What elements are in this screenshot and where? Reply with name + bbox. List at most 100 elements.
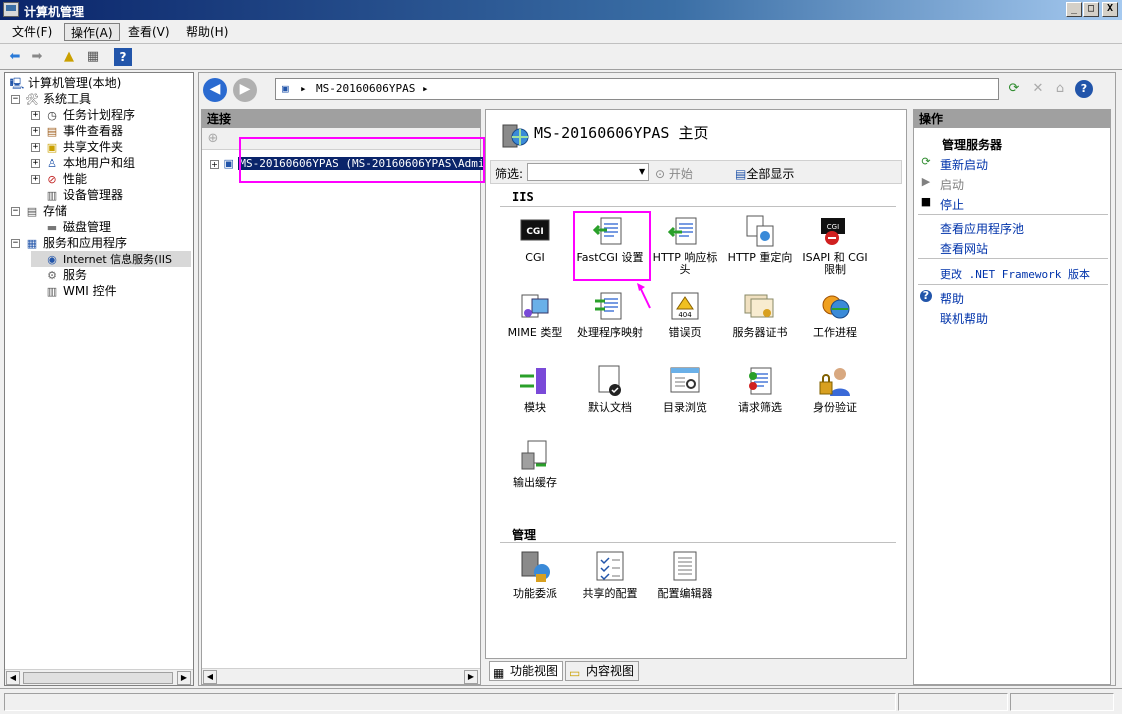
tree-item[interactable]: + ▤ 事件查看器 bbox=[31, 123, 123, 139]
feature-label: 输出缓存 bbox=[513, 476, 557, 489]
collapse-icon[interactable]: − bbox=[11, 207, 20, 216]
iis-icon: ◉ bbox=[47, 252, 57, 266]
online-help-action[interactable]: 联机帮助 bbox=[940, 310, 988, 327]
feature-shared-config[interactable]: 共享的配置 bbox=[573, 550, 647, 600]
feature-http-redirect[interactable]: HTTP 重定向 bbox=[723, 214, 797, 264]
tree-item-label: 任务计划程序 bbox=[63, 108, 136, 122]
storage-icon: ▤ bbox=[26, 204, 38, 218]
help-icon[interactable]: ? bbox=[114, 48, 132, 66]
tab-features-view[interactable]: ▦ 功能视图 bbox=[489, 661, 564, 681]
stop-icon[interactable]: ✕ bbox=[1029, 80, 1047, 98]
tree-item[interactable]: − ▦ 服务和应用程序 bbox=[11, 235, 127, 251]
connect-icon[interactable]: ⊕ bbox=[204, 130, 222, 148]
tree-item[interactable]: ▬ 磁盘管理 bbox=[31, 219, 111, 235]
scroll-right-icon[interactable]: ▶ bbox=[177, 671, 191, 685]
expand-icon[interactable]: + bbox=[210, 159, 219, 169]
help-action[interactable]: 帮助 bbox=[940, 290, 964, 307]
feature-feature-delegation[interactable]: 功能委派 bbox=[498, 550, 572, 600]
feature-http-headers[interactable]: HTTP 响应标头 bbox=[648, 214, 722, 276]
tree-item[interactable]: + ♙ 本地用户和组 bbox=[31, 155, 135, 171]
menu-action[interactable]: 操作(A) bbox=[64, 23, 120, 41]
restart-action[interactable]: 重新启动 bbox=[940, 156, 988, 173]
tree-item-label: 共享文件夹 bbox=[63, 140, 124, 154]
tree-item-label: 服务和应用程序 bbox=[43, 236, 128, 250]
tree-item[interactable]: ▥ WMI 控件 bbox=[31, 283, 117, 299]
collapse-icon[interactable]: − bbox=[11, 95, 20, 104]
filter-dropdown-icon[interactable]: ▼ bbox=[639, 167, 645, 176]
filter-input[interactable] bbox=[527, 163, 649, 181]
breadcrumb-arrow-icon-2[interactable]: ▸ bbox=[422, 82, 429, 95]
tree-item[interactable]: ◉ Internet 信息服务(IIS bbox=[31, 251, 191, 267]
feature-directory-browsing[interactable]: 目录浏览 bbox=[648, 364, 722, 414]
maximize-button[interactable]: □ bbox=[1083, 2, 1099, 17]
tab-content-view[interactable]: ▭ 内容视图 bbox=[565, 661, 640, 681]
menu-file[interactable]: 文件(F) bbox=[6, 23, 58, 41]
forward-arrow-icon[interactable]: ➡ bbox=[28, 48, 46, 66]
view-app-pools-action[interactable]: 查看应用程序池 bbox=[940, 220, 1024, 237]
certificate-icon bbox=[743, 289, 777, 323]
nav-back-button[interactable]: ◀ bbox=[203, 78, 227, 102]
view-sites-action[interactable]: 查看网站 bbox=[940, 240, 988, 257]
feature-config-editor[interactable]: 配置编辑器 bbox=[648, 550, 722, 600]
address-bar[interactable]: ▣ ▸ MS-20160606YPAS ▸ bbox=[275, 78, 999, 100]
show-all-button[interactable]: ▤全部显示 bbox=[735, 165, 794, 182]
feature-error-page[interactable]: 404 错误页 bbox=[648, 289, 722, 339]
feature-isapi-cgi[interactable]: CGI ISAPI 和 CGI 限制 bbox=[798, 214, 872, 276]
feature-cgi[interactable]: CGI CGI bbox=[498, 214, 572, 264]
help-dropdown-icon[interactable]: ? bbox=[1075, 80, 1093, 98]
expand-icon[interactable]: + bbox=[31, 111, 40, 120]
tree-root[interactable]: 🖳 计算机管理(本地) bbox=[9, 75, 122, 91]
start-filter-button[interactable]: ⊙ 开始 bbox=[655, 165, 693, 182]
feature-label: 服务器证书 bbox=[732, 326, 788, 339]
show-hide-tree-icon[interactable]: ▦ bbox=[84, 48, 102, 66]
conn-scroll-right-icon[interactable]: ▶ bbox=[464, 670, 478, 684]
tree-scrollbar[interactable]: ◀ ▶ bbox=[5, 669, 193, 685]
tree-item[interactable]: − 🛠 系统工具 bbox=[11, 91, 91, 107]
scroll-left-icon[interactable]: ◀ bbox=[6, 671, 20, 685]
status-cell-2 bbox=[898, 693, 1008, 711]
minimize-button[interactable]: _ bbox=[1066, 2, 1082, 17]
filter-bar: 筛选: ▼ ⊙ 开始 ▤全部显示 bbox=[490, 160, 902, 184]
expand-icon[interactable]: + bbox=[31, 127, 40, 136]
feature-output-cache[interactable]: 输出缓存 bbox=[498, 439, 572, 489]
expand-icon[interactable]: + bbox=[31, 143, 40, 152]
manage-server-group: 管理服务器 bbox=[942, 138, 1003, 152]
tree-item[interactable]: + ◷ 任务计划程序 bbox=[31, 107, 135, 123]
conn-scroll-left-icon[interactable]: ◀ bbox=[203, 670, 217, 684]
tree-item-label: 存储 bbox=[43, 204, 68, 218]
breadcrumb-server[interactable]: MS-20160606YPAS bbox=[316, 82, 415, 95]
tree-item[interactable]: + ⊘ 性能 bbox=[31, 171, 87, 187]
change-net-action[interactable]: 更改 .NET Framework 版本 bbox=[940, 266, 1090, 282]
nav-forward-button[interactable]: ▶ bbox=[233, 78, 257, 102]
expand-icon[interactable]: + bbox=[31, 159, 40, 168]
menu-help[interactable]: 帮助(H) bbox=[180, 23, 234, 41]
back-arrow-icon[interactable]: ⬅ bbox=[6, 48, 24, 66]
connections-scrollbar[interactable]: ◀ ▶ bbox=[202, 668, 480, 684]
refresh-icon[interactable]: ⟳ bbox=[1005, 80, 1023, 98]
show-all-label: 全部显示 bbox=[746, 167, 795, 181]
close-button[interactable]: X bbox=[1102, 2, 1118, 17]
home-icon[interactable]: ⌂ bbox=[1051, 80, 1069, 98]
menu-view[interactable]: 查看(V) bbox=[122, 23, 176, 41]
toolbar: ⬅ ➡ ▲ ▦ ? bbox=[0, 44, 1122, 70]
feature-authentication[interactable]: 身份验证 bbox=[798, 364, 872, 414]
feature-request-filtering[interactable]: 请求筛选 bbox=[723, 364, 797, 414]
title-bar: 计算机管理 _ □ X bbox=[0, 0, 1122, 20]
tree-item[interactable]: − ▤ 存储 bbox=[11, 203, 67, 219]
feature-certificate[interactable]: 服务器证书 bbox=[723, 289, 797, 339]
scroll-thumb[interactable] bbox=[23, 672, 173, 684]
feature-label: 共享的配置 bbox=[582, 587, 638, 600]
tree-item[interactable]: ⚙ 服务 bbox=[31, 267, 87, 283]
stop-action[interactable]: 停止 bbox=[940, 196, 964, 213]
feature-default-document[interactable]: 默认文档 bbox=[573, 364, 647, 414]
feature-mime[interactable]: MIME 类型 bbox=[498, 289, 572, 339]
feature-worker-process[interactable]: 工作进程 bbox=[798, 289, 872, 339]
start-action[interactable]: 启动 bbox=[940, 176, 964, 193]
collapse-icon[interactable]: − bbox=[11, 239, 20, 248]
feature-modules[interactable]: 模块 bbox=[498, 364, 572, 414]
tools-icon: 🛠 bbox=[25, 92, 39, 106]
up-folder-icon[interactable]: ▲ bbox=[60, 48, 78, 66]
expand-icon[interactable]: + bbox=[31, 175, 40, 184]
tree-item[interactable]: ▥ 设备管理器 bbox=[31, 187, 123, 203]
tree-item[interactable]: + ▣ 共享文件夹 bbox=[31, 139, 123, 155]
